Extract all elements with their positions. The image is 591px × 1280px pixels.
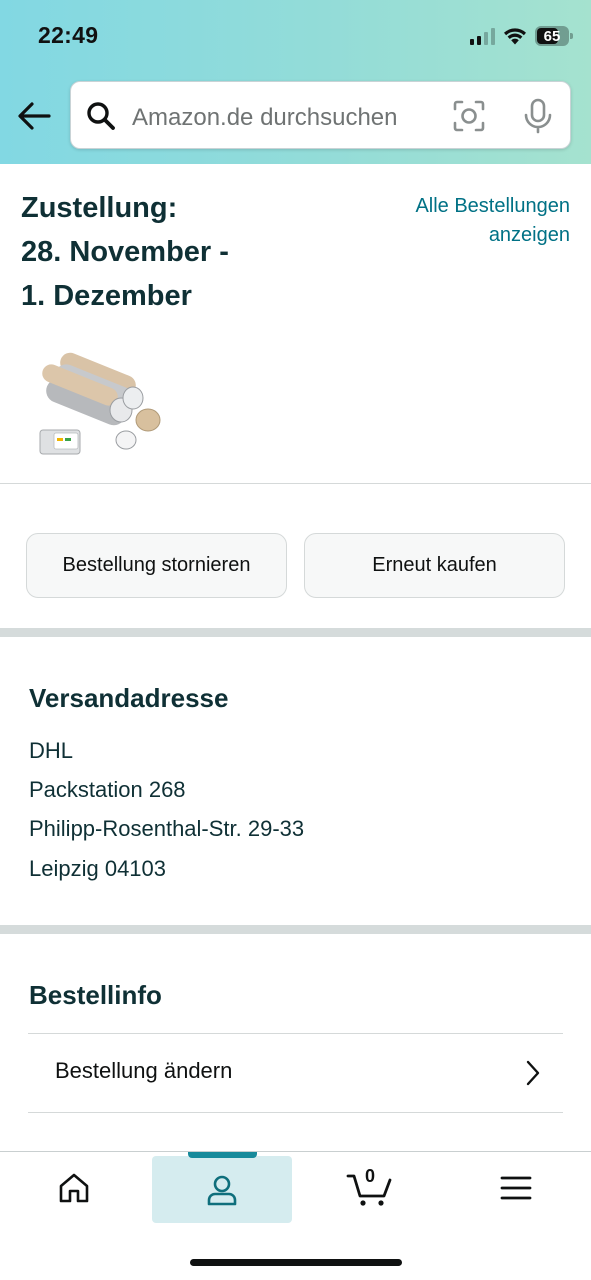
search-bar[interactable]: Amazon.de durchsuchen [70,81,571,149]
divider [0,483,591,484]
search-icon [87,102,115,130]
section-divider [0,628,591,637]
status-time: 22:49 [38,22,99,48]
order-info-title: Bestellinfo [29,980,162,1010]
app-header: 22:49 65 Amazon.de durchsuchen [0,0,591,164]
chevron-right-icon [526,1060,540,1086]
account-icon [207,1175,237,1205]
home-indicator [190,1259,402,1266]
menu-icon [500,1176,532,1200]
product-image[interactable] [36,350,168,460]
address-line: Packstation 268 [29,777,186,802]
address-line: Leipzig 04103 [29,856,167,881]
change-order-row[interactable]: Bestellung ändern [28,1033,563,1113]
shipping-address-title: Versandadresse [29,683,229,713]
back-arrow-icon[interactable] [16,100,52,132]
wifi-icon [504,28,526,45]
delivery-label: Zustellung: [21,192,178,224]
buy-again-button[interactable]: Erneut kaufen [304,533,565,598]
tab-menu[interactable] [446,1152,586,1224]
battery-icon: 65 [535,26,573,46]
cart-count-badge: 0 [365,1166,376,1186]
search-input[interactable]: Amazon.de durchsuchen [132,104,398,132]
address-line: Philipp-Rosenthal-Str. 29-33 [29,816,305,841]
delivery-date-heading: Zustellung: 28. November - 1. Dezember [21,186,321,318]
all-orders-link-line2[interactable]: anzeigen [370,221,570,250]
camera-icon[interactable] [451,98,487,134]
address-line: DHL [29,738,74,763]
delivery-date-end: 1. Dezember [21,280,192,312]
tab-account[interactable] [152,1156,292,1223]
status-indicators: 65 [470,24,573,48]
active-tab-indicator [188,1152,257,1158]
change-order-label[interactable]: Bestellung ändern [55,1058,232,1084]
all-orders-link[interactable]: Alle Bestellungen anzeigen [370,192,570,250]
section-divider [0,925,591,934]
all-orders-link-line1[interactable]: Alle Bestellungen [370,192,570,221]
microphone-icon[interactable] [521,98,555,134]
delivery-date-start: 28. November - [21,236,229,268]
home-icon [59,1173,89,1203]
tab-cart[interactable]: 0 [300,1152,440,1224]
cellular-signal-icon [470,27,495,45]
battery-level: 65 [543,27,561,45]
tab-home[interactable] [4,1152,144,1224]
cancel-order-button[interactable]: Bestellung stornieren [26,533,287,598]
